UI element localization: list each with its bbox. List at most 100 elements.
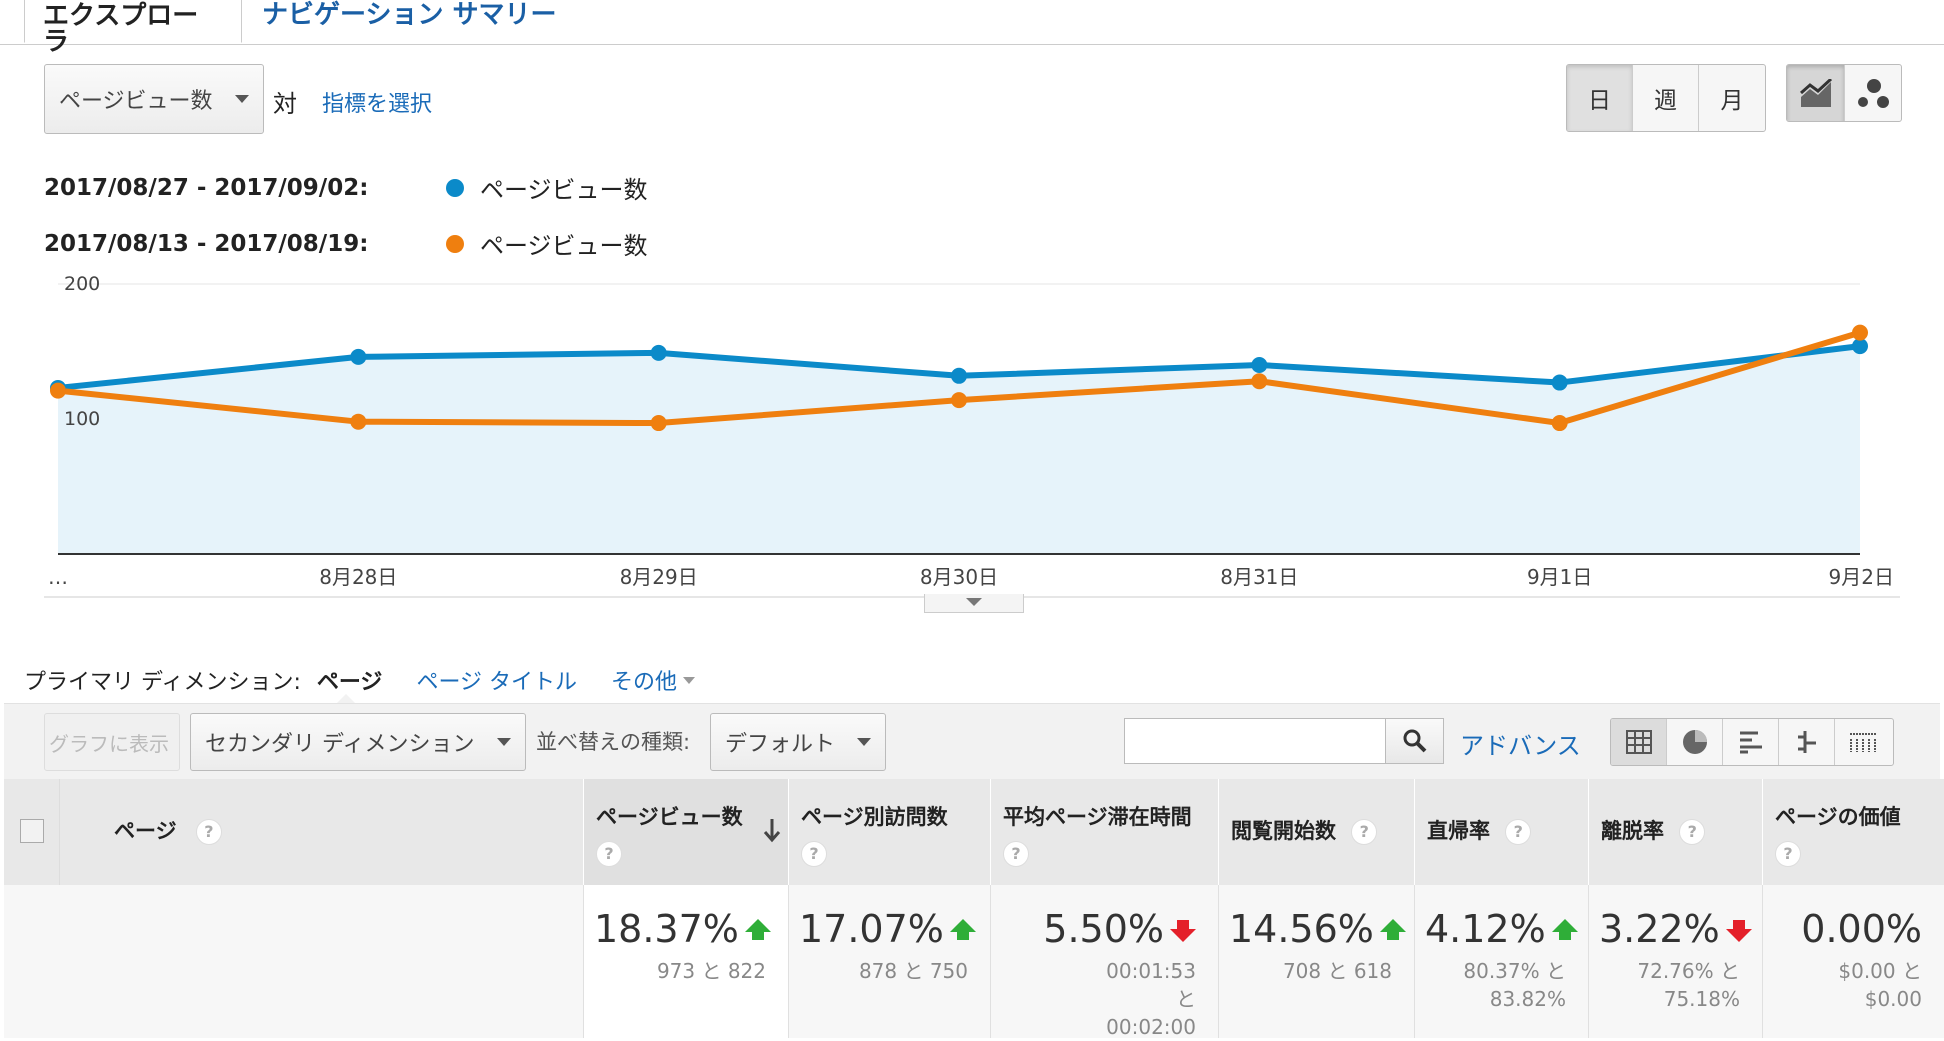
choose-metric-link[interactable]: 指標を選択 [322,86,432,118]
help-icon[interactable]: ? [1003,841,1029,867]
legend-metric: ページビュー数 [480,176,648,204]
report-tab-bar: エクスプローラ ナビゲーション サマリー [0,0,1944,55]
col-header-entrances[interactable]: 閲覧開始数 ? [1219,779,1415,885]
plot-rows-button[interactable]: グラフに表示 [44,713,180,771]
chevron-down-icon [235,95,249,103]
arrow-up-icon [949,918,976,940]
summary-pct: 5.50% [1043,907,1164,951]
summary-cell-bounce-rate: 4.12% 80.37% と 83.82% [1415,885,1589,1038]
pivot-view-button[interactable] [1835,719,1891,765]
col-header-unique-pageviews[interactable]: ページ別訪問数 ? [789,779,991,885]
data-point [951,392,967,409]
period-day-button[interactable]: 日 [1567,65,1633,131]
checkbox-cell [4,885,60,1038]
summary-cell-avg-time: 5.50% 00:01:53 と 00:02:00 [991,885,1219,1039]
period-week-button[interactable]: 週 [1633,65,1699,131]
legend-date-range: 2017/08/27 - 2017/09/02: [44,174,369,201]
data-point [951,367,967,384]
tab-explorer[interactable]: エクスプローラ [24,0,242,55]
data-point [350,348,367,365]
data-point [650,415,667,432]
table-search-input[interactable] [1124,718,1386,764]
summary-pct: 0.00% [1801,907,1922,951]
help-icon[interactable]: ? [1505,819,1532,845]
pivot-view-icon [1850,733,1876,752]
help-icon[interactable]: ? [1775,841,1801,867]
help-icon[interactable]: ? [1351,819,1378,845]
col-header-avg-time[interactable]: 平均ページ滞在時間 ? [991,779,1219,885]
period-month-button[interactable]: 月 [1699,65,1765,131]
help-icon[interactable]: ? [1679,819,1706,845]
legend-row-previous: 2017/08/13 - 2017/08/19: ページビュー数 [44,226,648,261]
performance-view-button[interactable] [1723,719,1779,765]
col-header-label: 直帰率 [1427,819,1490,843]
summary-cell-page-value: 0.00% $0.00 と $0.00 [1763,885,1944,1038]
data-point [650,344,667,361]
legend-dot-blue [446,178,464,197]
x-tick-label: 9月2日 [1829,565,1894,589]
motion-chart-button[interactable] [1845,65,1901,121]
x-tick-label: 8月28日 [319,565,397,589]
y-tick-label: 200 [64,273,100,295]
col-header-page-value[interactable]: ページの価値 ? [1763,779,1944,885]
sort-type-select[interactable]: デフォルト [710,713,886,771]
dimension-other[interactable]: その他 [611,664,677,696]
table-view-icon [1625,730,1652,754]
metric-select[interactable]: ページビュー数 [44,64,264,134]
col-header-label: 閲覧開始数 [1231,819,1336,843]
line-chart-button[interactable] [1787,65,1845,121]
table-view-button[interactable] [1611,719,1667,765]
col-header-label: ページ別訪問数 [801,805,948,829]
help-icon[interactable]: ? [195,819,222,845]
x-tick-label: 8月30日 [920,565,998,589]
help-icon[interactable]: ? [596,841,622,867]
chart-collapse-handle[interactable] [924,594,1024,613]
table-view-toggle [1610,718,1894,766]
line-chart: 200 100 … 8月28日 8月29日 8月30日 8月31日 9月1日 9月2日 [44,273,1900,598]
period-toggle: 日 週 月 [1566,64,1766,132]
sort-descending-icon [763,819,781,843]
legend-metric: ページビュー数 [480,232,648,260]
primary-dimension-label: プライマリ ディメンション: [24,670,301,695]
select-all-checkbox[interactable] [20,819,44,843]
summary-cell-entrances: 14.56% 708 と 618 [1219,885,1415,1038]
col-header-exit-rate[interactable]: 離脱率 ? [1589,779,1763,885]
col-header-label: 平均ページ滞在時間 [1003,805,1192,829]
col-header-bounce-rate[interactable]: 直帰率 ? [1415,779,1589,885]
comparison-view-button[interactable] [1779,719,1835,765]
dimension-page-title[interactable]: ページ タイトル [416,664,577,696]
tab-navigation-summary[interactable]: ナビゲーション サマリー [244,0,575,43]
col-header-label: ページビュー数 [596,805,743,829]
arrow-down-icon [1170,919,1196,942]
select-all-column [4,779,60,1038]
data-point [1551,415,1568,432]
vs-label: 対 [273,90,297,118]
summary-pct: 3.22% [1599,907,1720,951]
summary-cell-exit-rate: 3.22% 72.76% と 75.18% [1589,885,1763,1038]
advanced-filter-link[interactable]: アドバンス [1460,726,1581,761]
dimension-page[interactable]: ページ [317,664,383,696]
data-point [1551,374,1568,391]
metric-select-value: ページビュー数 [59,89,213,114]
chevron-down-icon [966,598,982,606]
help-icon[interactable]: ? [801,841,827,867]
data-point [1251,357,1268,373]
line-chart-icon [1799,79,1832,107]
pie-view-button[interactable] [1667,719,1723,765]
summary-pct: 17.07% [799,907,944,951]
secondary-dimension-select[interactable]: セカンダリ ディメンション [190,713,526,771]
arrow-up-icon [1379,918,1406,940]
x-tick-label: 9月1日 [1527,565,1592,589]
summary-pct: 18.37% [594,907,739,951]
x-tick-label: 8月31日 [1220,565,1298,589]
arrow-down-icon [1725,919,1752,942]
arrow-up-icon [744,918,771,940]
col-header-pageviews[interactable]: ページビュー数 ? [584,779,789,885]
summary-row-label-cell [60,885,584,1038]
search-button[interactable] [1386,718,1444,764]
col-header-page[interactable]: ページ ? [60,779,584,885]
legend-row-current: 2017/08/27 - 2017/09/02: ページビュー数 [44,170,648,205]
summary-pct: 14.56% [1229,907,1374,951]
col-header-label: ページ [114,819,177,843]
chevron-down-icon [857,738,871,746]
